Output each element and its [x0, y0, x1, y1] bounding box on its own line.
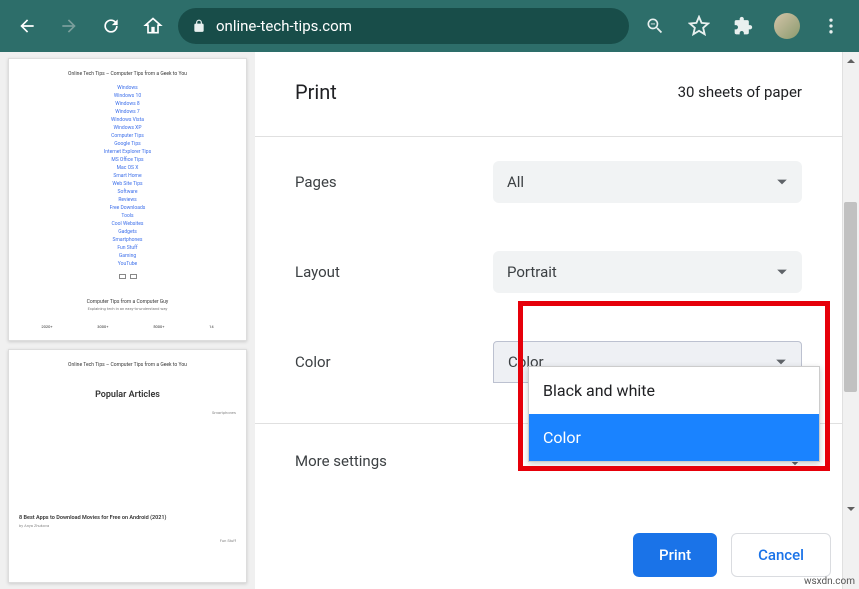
- thumb-tag-2: Fun Stuff: [19, 538, 236, 544]
- pages-value: All: [507, 173, 524, 191]
- avatar-icon: [774, 13, 800, 39]
- scroll-down-icon[interactable]: [842, 500, 859, 517]
- layout-value: Portrait: [507, 263, 557, 281]
- popular-articles-title: Popular Articles: [19, 389, 236, 402]
- sheet-count: 30 sheets of paper: [678, 83, 802, 101]
- layout-row: Layout Portrait: [295, 227, 802, 317]
- reload-icon: [101, 16, 121, 36]
- color-label: Color: [295, 353, 473, 371]
- zoom-out-icon: [645, 16, 665, 36]
- url-text: online-tech-tips.com: [216, 17, 352, 35]
- print-title: Print: [295, 80, 337, 104]
- caret-down-icon: [776, 176, 788, 188]
- puzzle-icon: [733, 16, 753, 36]
- thumb-hero-sub: Explaining tech in an easy-to-understand…: [19, 306, 236, 312]
- action-buttons: Print Cancel: [633, 533, 831, 577]
- home-button[interactable]: [136, 9, 170, 43]
- pages-select[interactable]: All: [493, 161, 802, 203]
- address-bar[interactable]: online-tech-tips.com: [178, 8, 629, 44]
- color-option-color[interactable]: Color: [529, 414, 819, 461]
- thumb-header-2: Online Tech Tips – Computer Tips from a …: [19, 362, 236, 369]
- zoom-button[interactable]: [637, 8, 673, 44]
- kebab-icon: [821, 16, 841, 36]
- watermark: wsxdn.com: [804, 576, 855, 587]
- thumb-link-list: WindowsWindows 10Windows 8 Windows 7Wind…: [19, 84, 236, 268]
- layout-label: Layout: [295, 263, 473, 281]
- thumb-tag: Smartphones: [19, 410, 236, 416]
- scroll-up-icon[interactable]: [842, 52, 859, 69]
- menu-button[interactable]: [813, 8, 849, 44]
- browser-toolbar: online-tech-tips.com: [0, 0, 859, 52]
- layout-select[interactable]: Portrait: [493, 251, 802, 293]
- thumb-article-title: 8 Best Apps to Download Movies for Free …: [19, 515, 236, 523]
- thumb-header: Online Tech Tips – Computer Tips from a …: [19, 71, 236, 78]
- print-button[interactable]: Print: [633, 533, 717, 577]
- star-icon: [688, 15, 710, 37]
- home-icon: [143, 16, 163, 36]
- extensions-button[interactable]: [725, 8, 761, 44]
- color-dropdown: Black and white Color: [528, 366, 820, 462]
- thumb-icon-row: [19, 274, 236, 279]
- cancel-button[interactable]: Cancel: [731, 533, 831, 577]
- forward-button[interactable]: [52, 9, 86, 43]
- bookmark-button[interactable]: [681, 8, 717, 44]
- main-area: Online Tech Tips – Computer Tips from a …: [0, 52, 859, 589]
- panel-scroll-thumb[interactable]: [844, 202, 857, 392]
- caret-down-icon: [776, 266, 788, 278]
- thumb-article-author: by Anya Zhukova: [19, 523, 236, 529]
- pages-label: Pages: [295, 173, 473, 191]
- print-panel: Print 30 sheets of paper Pages All Layou…: [255, 52, 859, 589]
- back-button[interactable]: [10, 9, 44, 43]
- color-option-bw[interactable]: Black and white: [529, 367, 819, 414]
- preview-page-2[interactable]: Online Tech Tips – Computer Tips from a …: [8, 349, 247, 583]
- thumb-hero: Computer Tips from a Computer Guy: [19, 299, 236, 306]
- more-settings-label: More settings: [295, 452, 387, 470]
- preview-page-1[interactable]: Online Tech Tips – Computer Tips from a …: [8, 58, 247, 341]
- panel-scrollbar[interactable]: [842, 52, 859, 589]
- pages-row: Pages All: [295, 137, 802, 227]
- thumb-stats: 2020+3000+ 5000+14: [19, 324, 236, 330]
- preview-column[interactable]: Online Tech Tips – Computer Tips from a …: [0, 52, 255, 589]
- arrow-right-icon: [59, 16, 79, 36]
- profile-button[interactable]: [769, 8, 805, 44]
- panel-header: Print 30 sheets of paper: [295, 52, 802, 136]
- arrow-left-icon: [17, 16, 37, 36]
- reload-button[interactable]: [94, 9, 128, 43]
- lock-icon: [192, 19, 206, 33]
